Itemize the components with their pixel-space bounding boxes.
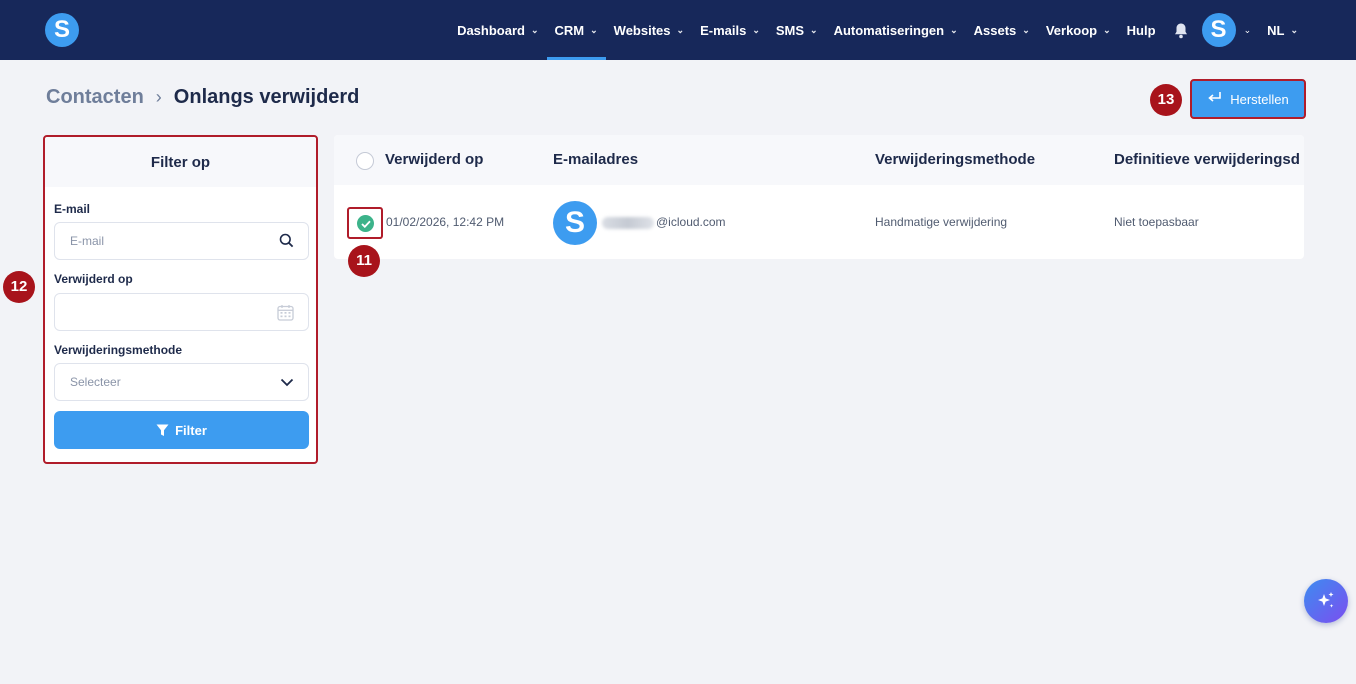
- nav-websites-label: Websites: [613, 22, 671, 38]
- annotation-badge-13: 13: [1150, 84, 1182, 116]
- nav-hulp-label: Hulp: [1126, 22, 1156, 38]
- final-deletion-cell: Niet toepasbaar: [1114, 215, 1199, 229]
- method-filter-label: Verwijderingsmethode: [54, 343, 183, 357]
- email-filter-label: E-mail: [54, 202, 91, 216]
- ai-assistant-button[interactable]: [1304, 579, 1348, 623]
- nav-crm-label: CRM: [554, 22, 585, 38]
- deleted-on-date-input[interactable]: [54, 293, 309, 331]
- table-header: Verwijderd op E-mailadres Verwijderingsm…: [334, 135, 1304, 185]
- filter-title: Filter op: [45, 137, 316, 187]
- annotation-badge-11: 11: [348, 245, 380, 277]
- language-selector[interactable]: NL ⌄: [1259, 0, 1306, 60]
- breadcrumb-parent-link[interactable]: Contacten: [46, 86, 144, 109]
- nav-assets-label: Assets: [973, 22, 1017, 38]
- user-menu[interactable]: S ⌄: [1198, 0, 1260, 60]
- chevron-down-icon: ⌄: [1243, 24, 1252, 35]
- page-title: Onlangs verwijderd: [173, 86, 360, 108]
- top-navigation-bar: S Dashboard ⌄ CRM ⌄ Websites ⌄ E-mails ⌄…: [0, 0, 1356, 60]
- email-filter-input[interactable]: E-mail: [54, 222, 309, 260]
- chevron-down-icon: ⌄: [950, 24, 958, 35]
- chevron-down-icon: ⌄: [530, 24, 539, 35]
- deleted-contacts-table: Verwijderd op E-mailadres Verwijderingsm…: [334, 135, 1304, 259]
- deleted-on-cell: 01/02/2026, 12:42 PM: [386, 215, 505, 229]
- column-header-final-deletion[interactable]: Definitieve verwijderingsd: [1114, 151, 1300, 168]
- app-logo[interactable]: S: [45, 13, 79, 47]
- email-filter-placeholder: E-mail: [70, 234, 105, 248]
- chevron-down-icon: ⌄: [1103, 24, 1111, 35]
- notifications-bell-icon[interactable]: [1164, 0, 1198, 60]
- restore-button[interactable]: Herstellen: [1190, 79, 1306, 119]
- deleted-on-filter-label: Verwijderd op: [54, 272, 133, 286]
- nav-sms-label: SMS: [775, 22, 805, 38]
- column-header-email[interactable]: E-mailadres: [553, 151, 638, 168]
- annotation-badge-12: 12: [3, 271, 35, 303]
- restore-button-label: Herstellen: [1230, 91, 1289, 107]
- calendar-icon: [277, 304, 294, 324]
- filter-panel: Filter op E-mail E-mail Verwijderd op Ve…: [43, 135, 318, 464]
- row-select-checkbox[interactable]: [347, 207, 383, 239]
- nav-emails-label: E-mails: [700, 22, 747, 38]
- nav-verkoop-label: Verkoop: [1045, 22, 1098, 38]
- nav-verkoop[interactable]: Verkoop ⌄: [1038, 0, 1119, 60]
- return-arrow-icon: [1207, 91, 1222, 108]
- chevron-down-icon: ⌄: [590, 24, 598, 35]
- main-nav: Dashboard ⌄ CRM ⌄ Websites ⌄ E-mails ⌄ S…: [449, 0, 1356, 60]
- search-icon: [279, 233, 294, 251]
- avatar: S: [1201, 13, 1236, 47]
- filter-button-label: Filter: [175, 422, 207, 438]
- nav-hulp[interactable]: Hulp: [1119, 0, 1164, 60]
- nav-sms[interactable]: SMS ⌄: [768, 0, 826, 60]
- funnel-icon: [156, 424, 169, 436]
- nav-emails[interactable]: E-mails ⌄: [692, 0, 768, 60]
- nav-automatiseringen[interactable]: Automatiseringen ⌄: [826, 0, 966, 60]
- nav-crm[interactable]: CRM ⌄: [546, 0, 606, 60]
- method-cell: Handmatige verwijdering: [875, 215, 1008, 229]
- chevron-right-icon: ›: [155, 87, 162, 107]
- select-all-checkbox[interactable]: [356, 152, 374, 170]
- nav-websites[interactable]: Websites ⌄: [606, 0, 692, 60]
- breadcrumb: Contacten › Onlangs verwijderd: [46, 86, 359, 109]
- chevron-down-icon: ⌄: [1022, 24, 1030, 35]
- email-domain: @icloud.com: [656, 215, 726, 229]
- nav-dashboard-label: Dashboard: [457, 22, 525, 38]
- chevron-down-icon: ⌄: [810, 24, 818, 35]
- checkmark-icon: [357, 215, 374, 232]
- language-label: NL: [1267, 22, 1285, 38]
- nav-automatiseringen-label: Automatiseringen: [833, 22, 945, 38]
- chevron-down-icon: ⌄: [1290, 24, 1298, 35]
- column-header-deleted-on[interactable]: Verwijderd op: [385, 151, 483, 168]
- chevron-down-icon: [280, 376, 294, 390]
- email-cell: @icloud.com: [602, 215, 726, 229]
- sparkle-icon: [1318, 592, 1334, 608]
- method-filter-select[interactable]: Selecteer: [54, 363, 309, 401]
- redacted-email-local-part: [602, 216, 654, 229]
- chevron-down-icon: ⌄: [752, 24, 760, 35]
- nav-assets[interactable]: Assets ⌄: [966, 0, 1038, 60]
- nav-dashboard[interactable]: Dashboard ⌄: [449, 0, 546, 60]
- avatar: S: [553, 201, 597, 245]
- column-header-method[interactable]: Verwijderingsmethode: [875, 151, 1035, 168]
- method-filter-placeholder: Selecteer: [70, 375, 121, 389]
- filter-button[interactable]: Filter: [54, 411, 309, 449]
- chevron-down-icon: ⌄: [676, 24, 685, 35]
